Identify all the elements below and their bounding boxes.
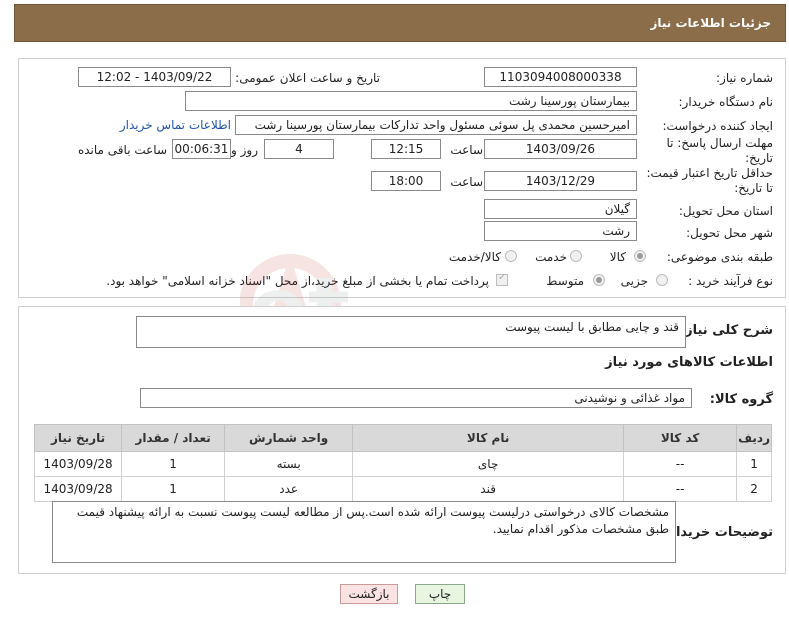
row-number: 1 [736,451,772,477]
col-quantity: تعداد / مقدار [121,424,226,452]
remaining-time-label: ساعت باقی مانده [77,143,167,157]
deadline-days-label: روز و [231,143,258,157]
col-row-number: ردیف [736,424,772,452]
requester-label: ایجاد کننده درخواست: [662,119,773,133]
buyer-org-label: نام دستگاه خریدار: [678,95,774,109]
treasury-payment-checkbox[interactable] [496,272,508,286]
process-radio-minor[interactable] [656,274,668,286]
deadline-date-field[interactable]: 1403/09/26 [484,139,637,159]
goods-name: قند [352,476,625,502]
print-button[interactable]: چاپ [415,584,465,604]
buyer-notes-textarea[interactable]: مشخصات کالای درخواستی درلیست پیوست ارائه… [52,501,676,563]
goods-table: ردیف کد کالا نام کالا واحد شمارش تعداد /… [33,424,772,502]
province-label: استان محل تحویل: [678,204,773,218]
goods-code: -- [623,476,738,502]
process-option-minor: جزیی [620,274,648,288]
table-row[interactable]: 2 -- قند عدد 1 1403/09/28 [33,476,772,502]
need-number-label: شماره نیاز: [716,71,773,85]
treasury-payment-note: پرداخت تمام یا بخشی از مبلغ خرید،از محل … [106,274,489,288]
process-option-medium: متوسط [546,274,584,288]
col-goods-name: نام کالا [352,424,625,452]
col-goods-code: کد کالا [623,424,738,452]
remaining-time-field[interactable]: 00:06:31 [172,139,231,159]
price-validity-label: حداقل تاریخ اعتبار قیمت: تا تاریخ: [646,166,773,195]
price-validity-date-field[interactable]: 1403/12/29 [484,171,637,191]
category-option-goods: کالا [609,250,626,264]
price-validity-time-label: ساعت [450,175,483,189]
deadline-time-field[interactable]: 12:15 [371,139,441,159]
goods-name: چای [352,451,625,477]
need-date: 1403/09/28 [33,451,123,477]
table-row[interactable]: 1 -- چای بسته 1 1403/09/28 [33,451,772,477]
city-label: شهر محل تحویل: [686,226,773,240]
requester-field[interactable]: امیرحسین محمدی پل سوئی مسئول واحد تدارکا… [235,115,637,135]
announce-label: تاریخ و ساعت اعلان عمومی: [235,71,380,85]
col-need-date: تاریخ نیاز [33,424,123,452]
process-label: نوع فرآیند خرید : [688,274,773,288]
price-validity-time-field[interactable]: 18:00 [371,171,441,191]
row-number: 2 [736,476,772,502]
goods-group-field[interactable]: مواد غذائی و نوشیدنی [140,388,692,408]
deadline-label: مهلت ارسال پاسخ: تا تاریخ: [666,136,773,165]
buyer-contact-link[interactable]: اطلاعات تماس خریدار [120,118,231,132]
page-header: جزئیات اطلاعات نیاز [14,4,786,42]
page-title: جزئیات اطلاعات نیاز [650,16,771,30]
quantity: 1 [121,476,226,502]
goods-section-title: اطلاعات کالاهای مورد نیاز [605,355,773,370]
province-field[interactable]: گیلان [484,199,637,219]
category-radio-goods-service[interactable] [505,250,517,262]
city-field[interactable]: رشت [484,221,637,241]
unit: بسته [224,451,354,477]
back-button[interactable]: بازگشت [340,584,398,604]
deadline-days-field[interactable]: 4 [264,139,334,159]
goods-code: -- [623,451,738,477]
process-radio-medium[interactable] [593,274,605,286]
description-label: شرح کلی نیاز: [679,323,773,338]
goods-table-header: ردیف کد کالا نام کالا واحد شمارش تعداد /… [33,424,772,452]
buyer-org-field[interactable]: بیمارستان پورسینا رشت [185,91,637,111]
need-number-field[interactable]: 1103094008000338 [484,67,637,87]
need-date: 1403/09/28 [33,476,123,502]
buyer-notes-label: توضیحات خریدار: [663,525,773,540]
category-option-service: خدمت [535,250,567,264]
category-radio-service[interactable] [570,250,582,262]
col-unit: واحد شمارش [224,424,354,452]
announce-field[interactable]: 1403/09/22 - 12:02 [78,67,231,87]
deadline-time-label: ساعت [450,143,483,157]
category-label: طبقه بندی موضوعی: [666,250,773,264]
goods-group-label: گروه کالا: [709,392,773,407]
category-option-goods-service: کالا/خدمت [448,250,501,264]
category-radio-goods[interactable] [634,250,646,262]
description-textarea[interactable]: قند و چایی مطابق با لیست پیوست [136,316,686,348]
unit: عدد [224,476,354,502]
quantity: 1 [121,451,226,477]
